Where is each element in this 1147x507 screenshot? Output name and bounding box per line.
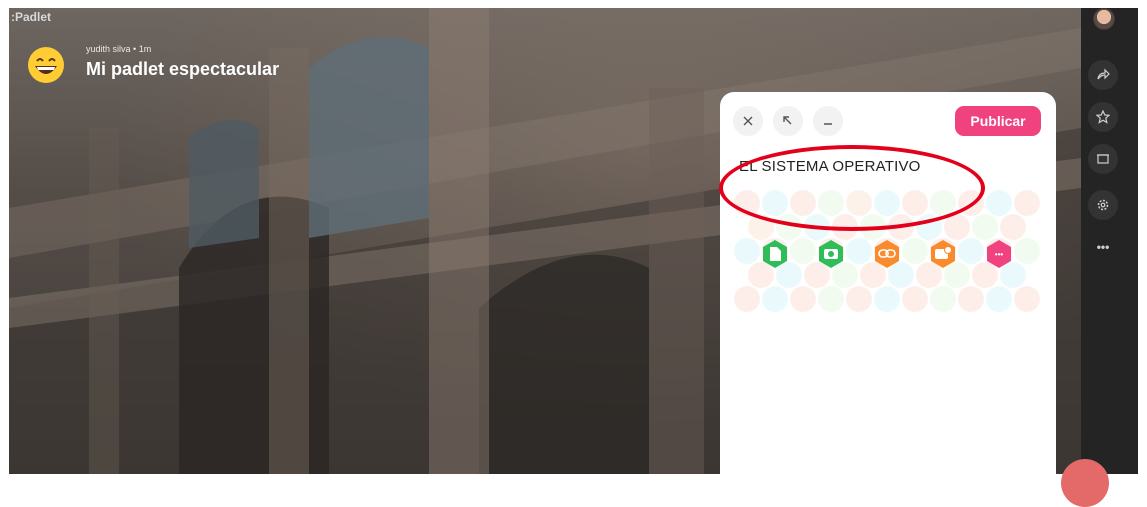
share-button[interactable]	[1088, 60, 1118, 90]
star-button[interactable]	[1088, 102, 1118, 132]
slideshow-icon	[1097, 154, 1109, 164]
camera-icon	[824, 249, 838, 259]
slideshow-button[interactable]	[1088, 144, 1118, 174]
expand-icon	[783, 116, 792, 125]
add-post-button[interactable]	[1061, 459, 1109, 507]
author-name: yudith silva	[86, 44, 131, 54]
close-icon	[743, 116, 753, 126]
user-avatar[interactable]	[1093, 8, 1115, 30]
more-options-icon: •••	[995, 250, 1004, 259]
more-icon: •••	[1096, 240, 1110, 254]
post-title-field[interactable]: EL SISTEMA OPERATIVO	[739, 158, 921, 175]
attachment-picker: •••	[734, 190, 1040, 312]
expand-button[interactable]	[773, 106, 803, 136]
post-composer: Publicar EL SISTEMA OPERATIVO •••	[720, 92, 1056, 474]
post-meta: yudith silva • 1m	[86, 44, 151, 54]
publish-button[interactable]: Publicar	[955, 106, 1041, 136]
more-button[interactable]: •••	[1088, 232, 1118, 262]
star-icon	[1096, 110, 1110, 124]
settings-button[interactable]	[1088, 190, 1118, 220]
meta-separator: •	[133, 44, 137, 54]
padlet-title[interactable]: Mi padlet espectacular	[86, 59, 279, 80]
minimize-icon	[824, 123, 832, 125]
post-time: 1m	[138, 44, 152, 54]
settings-icon	[1097, 199, 1109, 211]
padlet-logo[interactable]: :Padlet	[11, 10, 51, 24]
grinning-face-emoji	[28, 47, 64, 83]
minimize-button[interactable]	[813, 106, 843, 136]
share-icon	[1097, 68, 1110, 80]
close-button[interactable]	[733, 106, 763, 136]
